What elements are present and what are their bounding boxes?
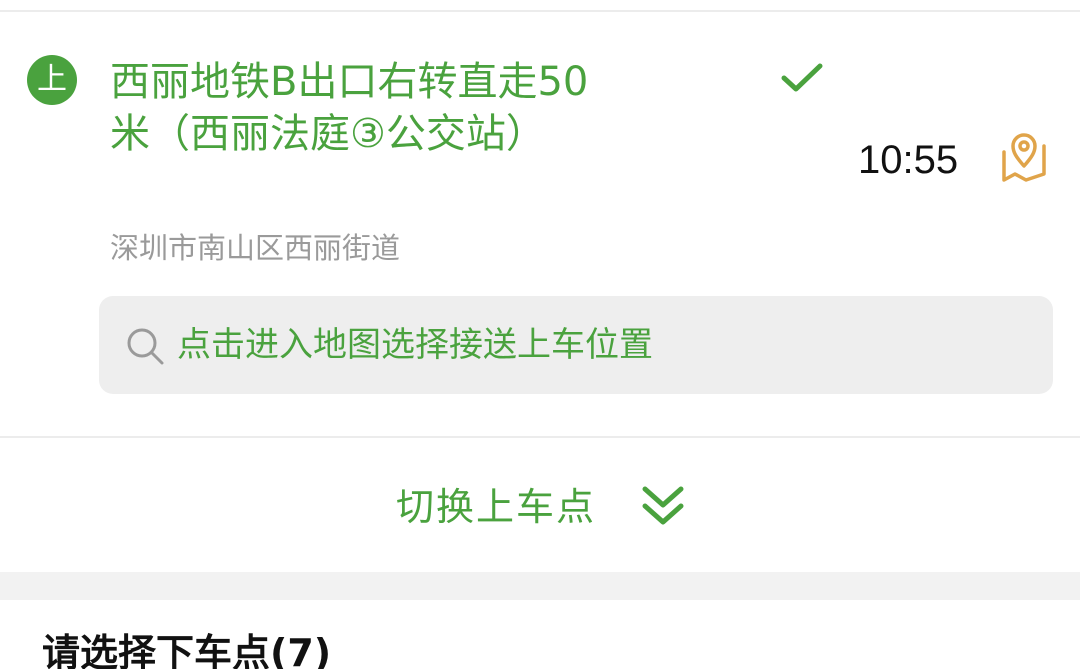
boarding-badge: 上 — [27, 55, 77, 105]
search-placeholder: 点击进入地图选择接送上车位置 — [177, 325, 653, 365]
switch-boarding-point-button[interactable]: 切换上车点 — [0, 440, 1080, 572]
double-chevron-down-icon — [642, 486, 684, 525]
switch-boarding-point-label: 切换上车点 — [396, 485, 597, 529]
pickup-location-search[interactable]: 点击进入地图选择接送上车位置 — [99, 296, 1053, 394]
section-divider — [0, 436, 1080, 438]
section-gap — [0, 572, 1080, 600]
dropoff-section-title: 请选择下车点(7) — [42, 631, 332, 669]
top-divider — [0, 10, 1080, 12]
boarding-point-page: 上 西丽地铁B出口右转直走50米（西丽法庭③公交站） 深圳市南山区西丽街道 10… — [0, 0, 1080, 669]
search-icon — [127, 328, 164, 365]
check-icon — [781, 63, 823, 92]
boarding-stop-name[interactable]: 西丽地铁B出口右转直走50米（西丽法庭③公交站） — [110, 56, 590, 160]
boarding-time: 10:55 — [858, 138, 959, 182]
map-pin-icon[interactable] — [996, 130, 1052, 186]
boarding-stop-address: 深圳市南山区西丽街道 — [110, 231, 401, 265]
